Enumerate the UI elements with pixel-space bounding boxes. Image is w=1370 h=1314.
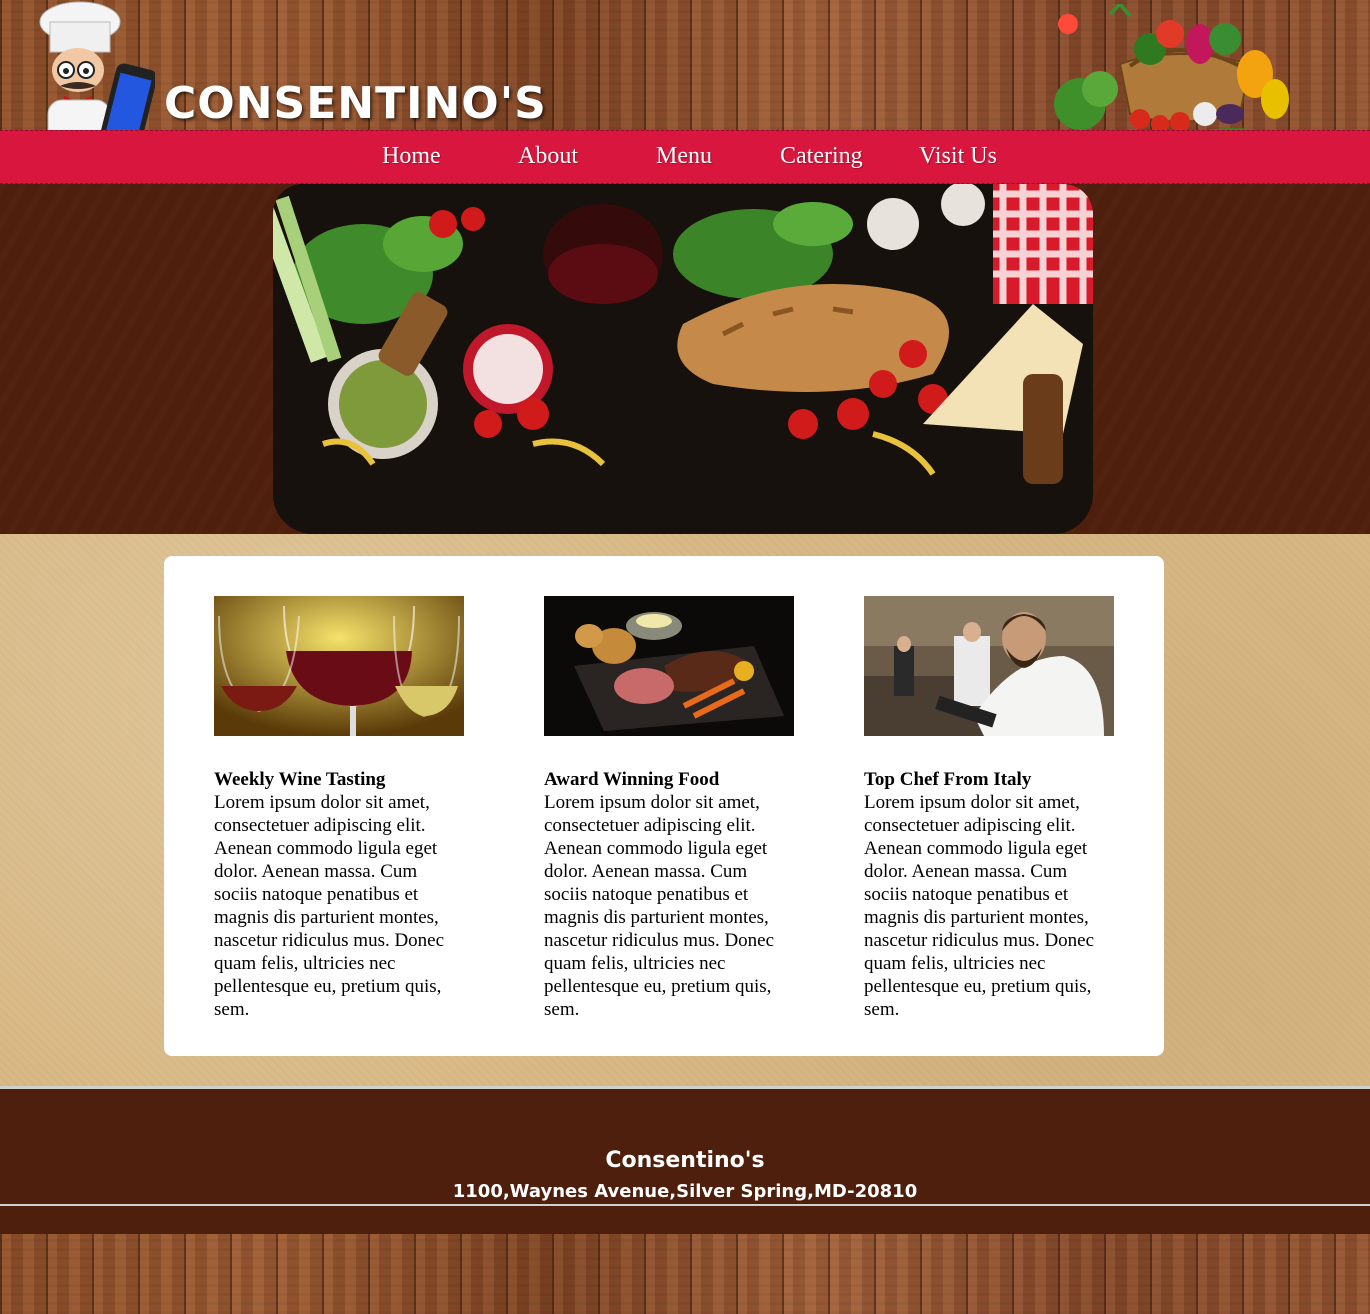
feature-top-chef: Top Chef From Italy Lorem ipsum dolor si… xyxy=(864,596,1114,1021)
feature-text: Lorem ipsum dolor sit amet, consectetuer… xyxy=(864,792,1095,1020)
footer-restaurant-name: Consentino's xyxy=(605,1148,765,1173)
site-footer: Consentino's 1100,Waynes Avenue,Silver S… xyxy=(0,1086,1370,1234)
main-navigation: Home About Menu Catering Visit Us xyxy=(0,130,1370,184)
nav-visit-us[interactable]: Visit Us xyxy=(919,143,997,170)
features-card: Weekly Wine Tasting Lorem ipsum dolor si… xyxy=(164,556,1164,1056)
feature-wine-tasting: Weekly Wine Tasting Lorem ipsum dolor si… xyxy=(214,596,464,1021)
nav-catering[interactable]: Catering xyxy=(780,143,863,170)
feature-title: Award Winning Food xyxy=(544,769,720,790)
site-title[interactable]: CONSENTINO'S xyxy=(164,78,547,129)
footer-divider xyxy=(0,1204,1370,1206)
wine-glasses-image xyxy=(214,596,464,736)
bottom-wood-strip xyxy=(0,1234,1370,1314)
feature-title: Weekly Wine Tasting xyxy=(214,769,386,790)
vegetable-basket-image xyxy=(1054,4,1297,147)
feature-title: Top Chef From Italy xyxy=(864,769,1032,790)
footer-address: 1100,Waynes Avenue,Silver Spring,MD-2081… xyxy=(452,1181,918,1202)
site-header: CONSENTINO'S Home About Menu Catering Vi… xyxy=(0,0,1370,184)
hero-food-image xyxy=(273,184,1093,534)
roast-dish-image xyxy=(544,596,794,736)
feature-award-food: Award Winning Food Lorem ipsum dolor sit… xyxy=(544,596,794,1021)
nav-home[interactable]: Home xyxy=(382,143,441,170)
feature-text: Lorem ipsum dolor sit amet, consectetuer… xyxy=(544,792,775,1020)
chef-photo-image xyxy=(864,596,1114,736)
nav-menu[interactable]: Menu xyxy=(656,143,712,170)
feature-text: Lorem ipsum dolor sit amet, consectetuer… xyxy=(214,792,445,1020)
nav-about[interactable]: About xyxy=(518,143,578,170)
